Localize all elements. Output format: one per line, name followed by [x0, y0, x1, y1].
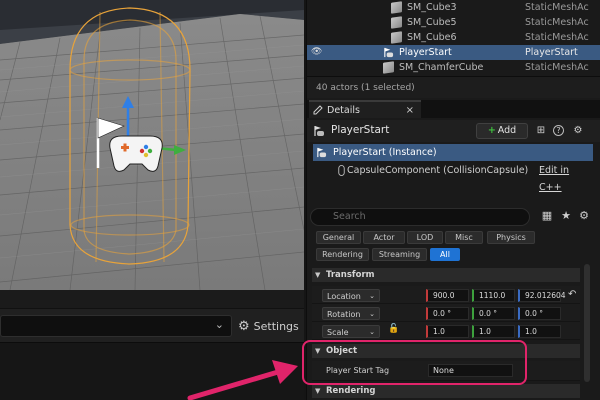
location-label: Location — [327, 292, 361, 301]
settings-label: Settings — [253, 319, 299, 333]
filter-rendering[interactable]: Rendering — [316, 248, 369, 261]
tab-details[interactable]: Details × — [309, 100, 421, 118]
search-input[interactable]: Search — [310, 208, 530, 226]
scale-z-field[interactable]: 1.0 — [518, 325, 561, 338]
actor-count: 40 actors (1 selected) — [307, 76, 600, 98]
actor-header: PlayerStart + Add ⊞ ? ⚙ — [307, 120, 600, 142]
capsule-component-label: CapsuleComponent (CollisionCapsule) — [347, 165, 529, 176]
scale-x-field[interactable]: 1.0 — [426, 325, 469, 338]
outliner-row[interactable]: SM_Cube6 StaticMeshAc — [307, 30, 600, 45]
rotation-x-field[interactable]: 0.0 ° — [426, 307, 469, 320]
viewport-strip — [0, 290, 304, 308]
player-start-icon — [317, 147, 327, 158]
filter-all[interactable]: All — [430, 248, 460, 261]
outliner-row-selected[interactable]: 👁 PlayerStart PlayerStart — [307, 45, 600, 60]
lock-icon[interactable]: 🔓 — [388, 324, 399, 334]
reset-icon[interactable]: ↶ — [568, 289, 576, 300]
chevron-down-icon: ⌄ — [369, 310, 375, 318]
filter-general[interactable]: General — [316, 231, 361, 244]
collapse-arrow-icon: ▼ — [315, 271, 321, 279]
actor-name: PlayerStart — [331, 124, 390, 136]
static-mesh-icon — [391, 16, 402, 29]
outliner-row[interactable]: SM_Cube3 StaticMeshAc — [307, 0, 600, 15]
transform-title: Transform — [326, 270, 375, 280]
filter-physics[interactable]: Physics — [487, 231, 535, 244]
outliner-row-name: SM_Cube6 — [407, 32, 457, 43]
filter-lod[interactable]: LOD — [407, 231, 443, 244]
outliner-row-name: SM_Cube3 — [407, 2, 457, 13]
static-mesh-icon — [391, 1, 402, 14]
star-icon[interactable]: ★ — [559, 209, 573, 223]
help-icon[interactable]: ? — [553, 125, 564, 136]
rendering-section-header[interactable]: ▼ Rendering — [312, 384, 580, 398]
editor-window: ⌄ ⚙ Settings SM_Cube3 StaticMeshAc SM_Cu… — [0, 0, 600, 400]
highlight-box — [302, 340, 527, 385]
outliner-row-name: SM_ChamferCube — [399, 62, 484, 73]
player-start-icon — [384, 47, 394, 58]
location-y-field[interactable]: 1110.0 — [472, 289, 515, 302]
outliner-row-name: SM_Cube5 — [407, 17, 457, 28]
location-row: Location ⌄ 900.0 1110.0 92.012604 ↶ — [312, 286, 580, 304]
chevron-down-icon: ⌄ — [369, 292, 375, 300]
chevron-down-icon: ⌄ — [214, 318, 224, 331]
location-z-field[interactable]: 92.012604 — [518, 289, 566, 302]
capsule-component-row[interactable]: CapsuleComponent (CollisionCapsule) Edit… — [313, 162, 593, 193]
component-instance-row[interactable]: PlayerStart (Instance) — [313, 144, 593, 161]
static-mesh-icon — [383, 61, 394, 74]
outliner-row-type: StaticMeshAc — [525, 62, 589, 73]
static-mesh-icon — [391, 31, 402, 44]
location-x-field[interactable]: 900.0 — [426, 289, 469, 302]
scale-mode-combo[interactable]: Scale ⌄ — [322, 325, 380, 338]
viewport-combo[interactable]: ⌄ — [0, 315, 232, 337]
outliner-row-type: StaticMeshAc — [525, 17, 589, 28]
eye-icon[interactable]: 👁 — [311, 45, 323, 60]
outliner-row[interactable]: SM_Cube5 StaticMeshAc — [307, 15, 600, 30]
blueprint-icon[interactable]: ⊞ — [534, 124, 548, 138]
lower-panel — [0, 342, 304, 400]
pencil-icon — [313, 105, 323, 115]
outliner-row-name: PlayerStart — [399, 47, 452, 58]
plus-icon: + — [487, 125, 496, 136]
rotation-mode-combo[interactable]: Rotation ⌄ — [322, 307, 380, 320]
settings-gear-icon[interactable]: ⚙ — [577, 209, 591, 223]
filter-misc[interactable]: Misc — [445, 231, 483, 244]
component-instance-label: PlayerStart (Instance) — [333, 147, 437, 158]
viewport-bottom-bar: ⌄ ⚙ Settings — [0, 308, 304, 342]
player-start-icon — [314, 126, 324, 136]
rotation-z-field[interactable]: 0.0 ° — [518, 307, 561, 320]
edit-in-cpp-link[interactable]: Edit in C++ — [539, 162, 593, 196]
chevron-down-icon: ⌄ — [369, 328, 375, 336]
gear-icon[interactable]: ⚙ — [571, 124, 585, 138]
transform-section-header[interactable]: ▼ Transform — [312, 268, 580, 282]
settings-button[interactable]: ⚙ Settings — [238, 315, 302, 337]
filter-streaming[interactable]: Streaming — [372, 248, 427, 261]
close-icon[interactable]: × — [406, 105, 414, 116]
tab-details-label: Details — [327, 104, 360, 116]
location-mode-combo[interactable]: Location ⌄ — [322, 289, 380, 302]
rotation-row: Rotation ⌄ 0.0 ° 0.0 ° 0.0 ° — [312, 304, 580, 322]
outliner-row-type: PlayerStart — [525, 47, 578, 58]
details-scrollbar[interactable] — [584, 264, 590, 382]
outliner-row-type: StaticMeshAc — [525, 2, 589, 13]
outliner-row[interactable]: SM_ChamferCube StaticMeshAc — [307, 60, 600, 75]
scale-label: Scale — [327, 328, 349, 337]
scale-row: Scale ⌄ 🔓 1.0 1.0 1.0 — [312, 322, 580, 340]
capsule-icon — [338, 165, 345, 176]
rendering-title: Rendering — [326, 386, 376, 396]
filter-actor[interactable]: Actor — [363, 231, 405, 244]
level-viewport[interactable] — [0, 0, 304, 290]
rotation-y-field[interactable]: 0.0 ° — [472, 307, 515, 320]
grid-view-icon[interactable]: ▦ — [540, 209, 554, 223]
collapse-arrow-icon: ▼ — [315, 387, 321, 395]
gear-icon: ⚙ — [238, 318, 250, 334]
add-label: Add — [497, 125, 517, 136]
scale-y-field[interactable]: 1.0 — [472, 325, 515, 338]
rotation-label: Rotation — [327, 310, 361, 319]
add-component-button[interactable]: + Add — [476, 123, 528, 139]
outliner-row-type: StaticMeshAc — [525, 32, 589, 43]
details-tab-bar: Details × — [307, 100, 600, 118]
